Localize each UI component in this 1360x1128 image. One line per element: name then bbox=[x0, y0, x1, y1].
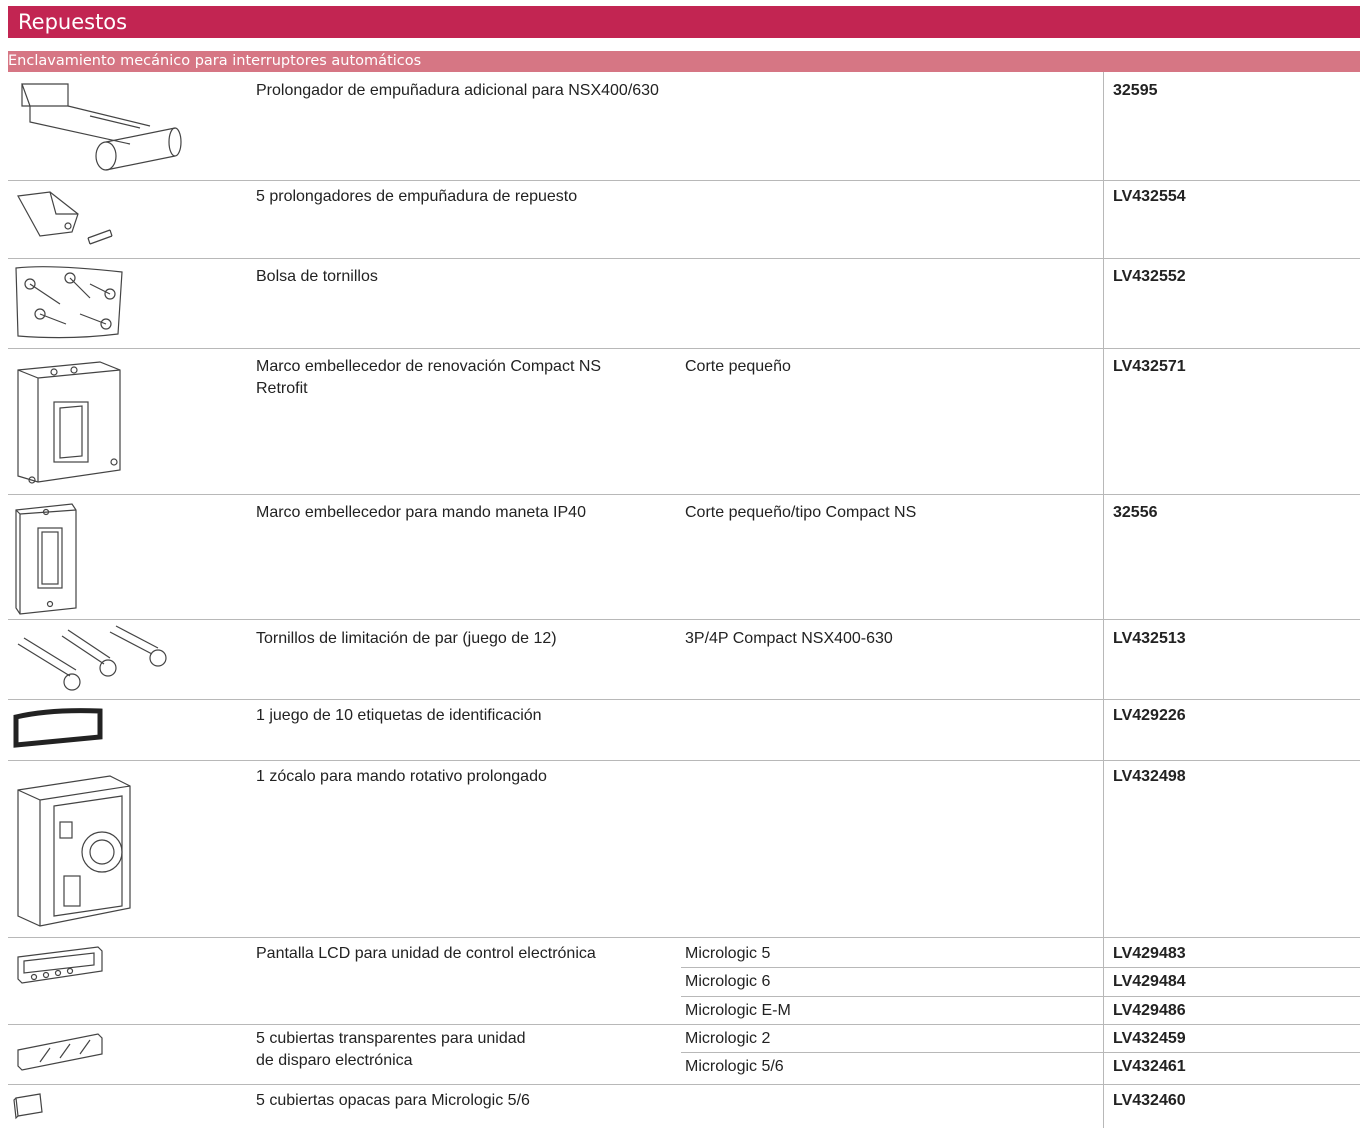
row-code: LV429486 bbox=[1113, 1002, 1186, 1019]
row-description: Marco embellecedor de renovación Compact… bbox=[256, 358, 602, 397]
page-title: Repuestos bbox=[18, 10, 128, 34]
row-variant: Micrologic 5 bbox=[685, 945, 771, 962]
row-divider bbox=[8, 937, 1360, 938]
row-divider bbox=[8, 619, 1360, 620]
row-description: 5 prolongadores de empuñadura de repuest… bbox=[256, 188, 578, 205]
row-divider bbox=[8, 699, 1360, 700]
row-description: Pantalla LCD para unidad de control elec… bbox=[256, 945, 596, 962]
row-code: LV432459 bbox=[1113, 1030, 1186, 1047]
row-description: 1 zócalo para mando rotativo prolongado bbox=[256, 768, 547, 785]
row-description: Prolongador de empuñadura adicional para… bbox=[256, 82, 659, 99]
row-code: LV432554 bbox=[1113, 188, 1186, 205]
row-code: LV432571 bbox=[1113, 358, 1186, 375]
screw-bag-icon bbox=[10, 264, 128, 340]
rotary-handle-base-icon bbox=[10, 766, 140, 932]
row-variant: Corte pequeño/tipo Compact NS bbox=[685, 504, 917, 521]
row-code: LV429483 bbox=[1113, 945, 1186, 962]
row-code: LV432460 bbox=[1113, 1092, 1186, 1109]
row-description: 5 cubiertas transparentes para unidad de… bbox=[256, 1030, 526, 1069]
row-code: 32556 bbox=[1113, 504, 1158, 521]
row-divider bbox=[8, 760, 1360, 761]
row-code: LV432513 bbox=[1113, 630, 1186, 647]
torque-screws-icon bbox=[10, 624, 170, 694]
handle-extension-icon bbox=[10, 76, 190, 176]
row-divider bbox=[8, 1084, 1360, 1085]
row-variant: 3P/4P Compact NSX400-630 bbox=[685, 630, 893, 647]
row-code: LV429484 bbox=[1113, 973, 1186, 990]
row-code: LV432498 bbox=[1113, 768, 1186, 785]
sub-row-divider bbox=[681, 1052, 1360, 1053]
escutcheon-frame-icon bbox=[10, 500, 90, 618]
label-holder-icon bbox=[10, 705, 110, 749]
row-description: Marco embellecedor para mando maneta IP4… bbox=[256, 504, 586, 521]
row-variant: Micrologic 6 bbox=[685, 973, 771, 990]
sub-row-divider bbox=[681, 967, 1360, 968]
column-divider bbox=[1103, 72, 1104, 938]
row-description: 1 juego de 10 etiquetas de identificació… bbox=[256, 707, 542, 724]
row-variant: Micrologic 2 bbox=[685, 1030, 771, 1047]
title-bar: Repuestos bbox=[8, 6, 1360, 38]
row-divider bbox=[8, 180, 1360, 181]
row-code: LV432461 bbox=[1113, 1058, 1186, 1075]
row-code: 32595 bbox=[1113, 82, 1158, 99]
section-subtitle: Enclavamiento mecánico para interruptore… bbox=[8, 53, 422, 69]
transparent-cover-icon bbox=[10, 1028, 110, 1074]
row-variant: Micrologic E-M bbox=[685, 1002, 791, 1019]
row-code: LV429226 bbox=[1113, 707, 1186, 724]
row-description: Tornillos de limitación de par (juego de… bbox=[256, 630, 557, 647]
row-description: 5 cubiertas opacas para Micrologic 5/6 bbox=[256, 1092, 530, 1109]
handle-extender-spare-icon bbox=[10, 186, 120, 252]
row-code: LV432552 bbox=[1113, 268, 1186, 285]
subtitle-bar: Enclavamiento mecánico para interruptore… bbox=[8, 51, 1360, 72]
row-description: Bolsa de tornillos bbox=[256, 268, 378, 285]
row-divider bbox=[8, 258, 1360, 259]
row-variant: Micrologic 5/6 bbox=[685, 1058, 784, 1075]
opaque-cover-icon bbox=[10, 1090, 50, 1122]
row-divider bbox=[8, 1024, 1360, 1025]
row-divider bbox=[8, 348, 1360, 349]
retrofit-frame-icon bbox=[10, 352, 130, 492]
row-divider bbox=[8, 494, 1360, 495]
row-variant: Corte pequeño bbox=[685, 358, 791, 375]
lcd-display-icon bbox=[10, 943, 110, 989]
sub-row-divider bbox=[681, 996, 1360, 997]
column-divider bbox=[1103, 938, 1104, 1128]
